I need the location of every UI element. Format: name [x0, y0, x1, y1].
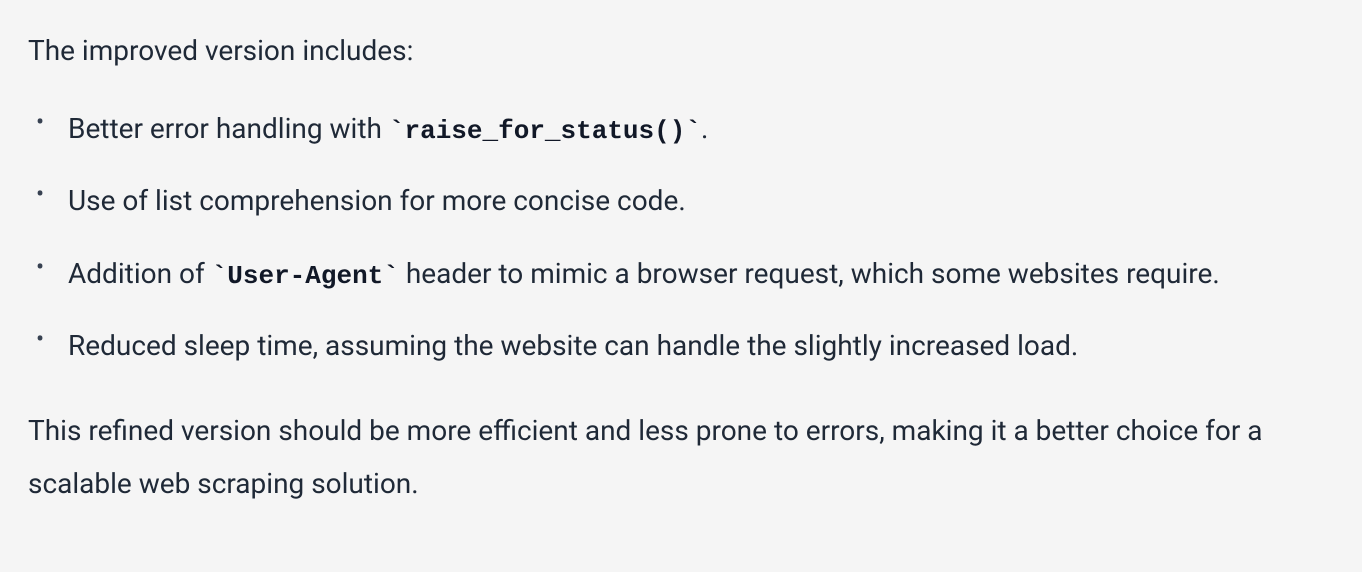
list-item-text-suffix: header to mimic a browser request, which…: [399, 257, 1220, 290]
intro-paragraph: The improved version includes:: [28, 30, 1334, 72]
list-item: Better error handling with `raise_for_st…: [68, 102, 1334, 156]
list-item-text-suffix: .: [701, 112, 708, 145]
list-item: Reduced sleep time, assuming the website…: [68, 319, 1334, 373]
list-item-text-prefix: Reduced sleep time, assuming the website…: [68, 329, 1078, 362]
inline-code: `raise_for_status()`: [389, 116, 701, 146]
improvements-list: Better error handling with `raise_for_st…: [28, 102, 1334, 374]
list-item-text-prefix: Use of list comprehension for more conci…: [68, 184, 686, 217]
conclusion-paragraph: This refined version should be more effi…: [28, 404, 1334, 510]
list-item: Addition of `User-Agent` header to mimic…: [68, 247, 1334, 301]
list-item-text-prefix: Better error handling with: [68, 112, 389, 145]
list-item-text-prefix: Addition of: [68, 257, 212, 290]
list-item: Use of list comprehension for more conci…: [68, 174, 1334, 228]
inline-code: `User-Agent`: [212, 261, 399, 291]
